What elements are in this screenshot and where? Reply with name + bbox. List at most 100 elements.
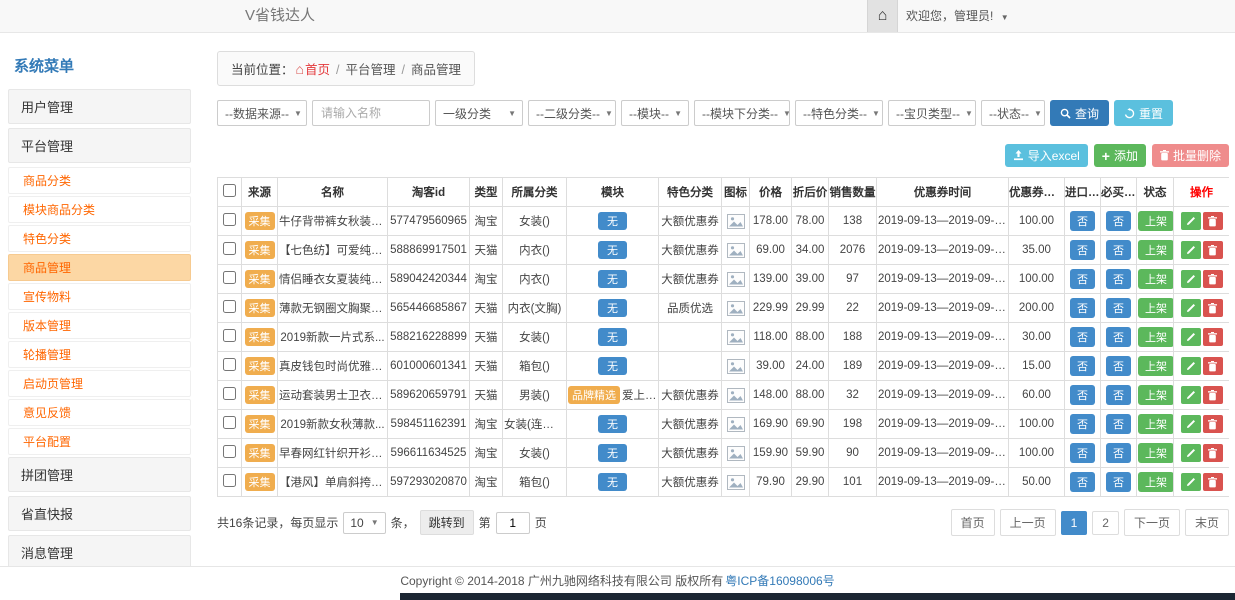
home-button[interactable]: ⌂ bbox=[867, 0, 898, 32]
page-button-首页[interactable]: 首页 bbox=[951, 509, 995, 536]
sidebar-item[interactable]: 商品管理 bbox=[8, 254, 191, 281]
must-buy-toggle[interactable]: 否 bbox=[1106, 211, 1131, 231]
row-checkbox[interactable] bbox=[223, 242, 236, 255]
sidebar-item[interactable]: 商品分类 bbox=[8, 167, 191, 194]
sidebar-item[interactable]: 用户管理 bbox=[8, 89, 191, 124]
level2-category-select[interactable]: --二级分类--▼ bbox=[528, 100, 616, 126]
import-option-toggle[interactable]: 否 bbox=[1070, 298, 1095, 318]
must-buy-toggle[interactable]: 否 bbox=[1106, 327, 1131, 347]
user-menu[interactable]: 欢迎您，管理员! ▼ bbox=[906, 0, 1009, 34]
row-checkbox[interactable] bbox=[223, 271, 236, 284]
sidebar-item[interactable]: 模块商品分类 bbox=[8, 196, 191, 223]
row-checkbox[interactable] bbox=[223, 358, 236, 371]
status-button[interactable]: 上架 bbox=[1138, 240, 1174, 260]
edit-button[interactable] bbox=[1181, 473, 1201, 491]
row-checkbox[interactable] bbox=[223, 445, 236, 458]
delete-button[interactable] bbox=[1203, 212, 1223, 230]
icp-link[interactable]: 粤ICP备16098006号 bbox=[725, 572, 834, 589]
import-option-toggle[interactable]: 否 bbox=[1070, 356, 1095, 376]
must-buy-toggle[interactable]: 否 bbox=[1106, 414, 1131, 434]
edit-button[interactable] bbox=[1181, 444, 1201, 462]
sidebar-item[interactable]: 拼团管理 bbox=[8, 457, 191, 492]
status-button[interactable]: 上架 bbox=[1138, 356, 1174, 376]
status-button[interactable]: 上架 bbox=[1138, 414, 1174, 434]
sidebar-item[interactable]: 省直快报 bbox=[8, 496, 191, 531]
breadcrumb-current[interactable]: 商品管理 bbox=[411, 63, 461, 77]
delete-button[interactable] bbox=[1203, 415, 1223, 433]
data-source-select[interactable]: --数据来源--▼ bbox=[217, 100, 307, 126]
page-button-上一页[interactable]: 上一页 bbox=[1000, 509, 1056, 536]
sidebar-item[interactable]: 意见反馈 bbox=[8, 399, 191, 426]
edit-button[interactable] bbox=[1181, 299, 1201, 317]
status-button[interactable]: 上架 bbox=[1138, 472, 1174, 492]
delete-button[interactable] bbox=[1203, 386, 1223, 404]
status-select[interactable]: --状态--▼ bbox=[981, 100, 1045, 126]
sidebar-item[interactable]: 平台管理 bbox=[8, 128, 191, 163]
module-badge[interactable]: 无 bbox=[598, 444, 627, 462]
row-checkbox[interactable] bbox=[223, 329, 236, 342]
must-buy-toggle[interactable]: 否 bbox=[1106, 385, 1131, 405]
delete-button[interactable] bbox=[1203, 299, 1223, 317]
delete-button[interactable] bbox=[1203, 241, 1223, 259]
add-button[interactable]: + 添加 bbox=[1094, 144, 1146, 167]
page-button-末页[interactable]: 末页 bbox=[1185, 509, 1229, 536]
status-button[interactable]: 上架 bbox=[1138, 385, 1174, 405]
sidebar-item[interactable]: 轮播管理 bbox=[8, 341, 191, 368]
feature-category-select[interactable]: --特色分类--▼ bbox=[795, 100, 883, 126]
delete-button[interactable] bbox=[1203, 473, 1223, 491]
jump-button[interactable]: 跳转到 bbox=[420, 510, 474, 535]
must-buy-toggle[interactable]: 否 bbox=[1106, 240, 1131, 260]
module-badge[interactable]: 无 bbox=[598, 415, 627, 433]
status-button[interactable]: 上架 bbox=[1138, 211, 1174, 231]
module-badge[interactable]: 无 bbox=[598, 473, 627, 491]
import-option-toggle[interactable]: 否 bbox=[1070, 385, 1095, 405]
sidebar-item[interactable]: 版本管理 bbox=[8, 312, 191, 339]
module-badge[interactable]: 无 bbox=[598, 299, 627, 317]
delete-button[interactable] bbox=[1203, 270, 1223, 288]
reset-button[interactable]: 重置 bbox=[1114, 100, 1173, 126]
must-buy-toggle[interactable]: 否 bbox=[1106, 356, 1131, 376]
level1-category-select[interactable]: 一级分类▼ bbox=[435, 100, 523, 126]
row-checkbox[interactable] bbox=[223, 213, 236, 226]
batch-delete-button[interactable]: 批量删除 bbox=[1152, 144, 1229, 167]
delete-button[interactable] bbox=[1203, 328, 1223, 346]
must-buy-toggle[interactable]: 否 bbox=[1106, 269, 1131, 289]
row-checkbox[interactable] bbox=[223, 387, 236, 400]
module-badge[interactable]: 品牌精选 bbox=[568, 386, 620, 404]
edit-button[interactable] bbox=[1181, 270, 1201, 288]
status-button[interactable]: 上架 bbox=[1138, 327, 1174, 347]
page-button-下一页[interactable]: 下一页 bbox=[1124, 509, 1180, 536]
import-option-toggle[interactable]: 否 bbox=[1070, 269, 1095, 289]
status-button[interactable]: 上架 bbox=[1138, 269, 1174, 289]
sidebar-item[interactable]: 宣传物料 bbox=[8, 283, 191, 310]
import-option-toggle[interactable]: 否 bbox=[1070, 472, 1095, 492]
must-buy-toggle[interactable]: 否 bbox=[1106, 472, 1131, 492]
edit-button[interactable] bbox=[1181, 415, 1201, 433]
edit-button[interactable] bbox=[1181, 386, 1201, 404]
module-badge[interactable]: 无 bbox=[598, 212, 627, 230]
edit-button[interactable] bbox=[1181, 241, 1201, 259]
must-buy-toggle[interactable]: 否 bbox=[1106, 443, 1131, 463]
page-button-1[interactable]: 1 bbox=[1061, 511, 1088, 535]
import-excel-button[interactable]: 导入excel bbox=[1005, 144, 1088, 167]
edit-button[interactable] bbox=[1181, 357, 1201, 375]
sidebar-item[interactable]: 平台配置 bbox=[8, 428, 191, 455]
sidebar-item[interactable]: 启动页管理 bbox=[8, 370, 191, 397]
module-badge[interactable]: 无 bbox=[598, 357, 627, 375]
delete-button[interactable] bbox=[1203, 444, 1223, 462]
row-checkbox[interactable] bbox=[223, 416, 236, 429]
module-badge[interactable]: 无 bbox=[598, 270, 627, 288]
delete-button[interactable] bbox=[1203, 357, 1223, 375]
module-select[interactable]: --模块--▼ bbox=[621, 100, 689, 126]
breadcrumb-home-link[interactable]: 首页 bbox=[305, 63, 330, 77]
edit-button[interactable] bbox=[1181, 212, 1201, 230]
status-button[interactable]: 上架 bbox=[1138, 443, 1174, 463]
must-buy-toggle[interactable]: 否 bbox=[1106, 298, 1131, 318]
breadcrumb-platform-link[interactable]: 平台管理 bbox=[345, 63, 395, 77]
row-checkbox[interactable] bbox=[223, 474, 236, 487]
sidebar-item[interactable]: 消息管理 bbox=[8, 535, 191, 566]
page-button-2[interactable]: 2 bbox=[1092, 511, 1119, 535]
import-option-toggle[interactable]: 否 bbox=[1070, 327, 1095, 347]
sidebar-item[interactable]: 特色分类 bbox=[8, 225, 191, 252]
import-option-toggle[interactable]: 否 bbox=[1070, 240, 1095, 260]
